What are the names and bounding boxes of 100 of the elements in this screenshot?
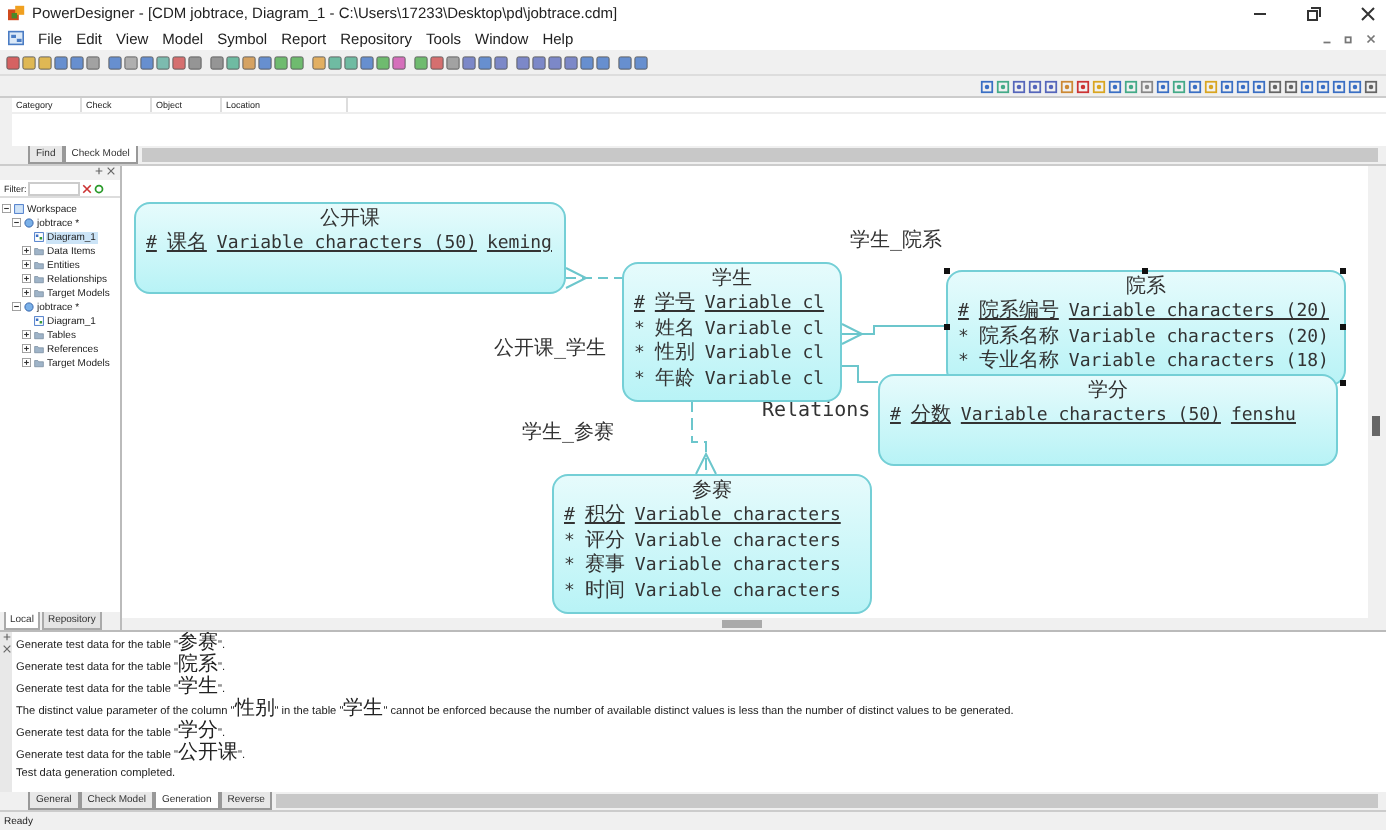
expand-toggle[interactable]	[22, 330, 31, 340]
attribute-marker: #	[146, 234, 157, 257]
document-icon	[8, 30, 24, 46]
palette-tool-icon[interactable]	[1348, 79, 1362, 93]
expand-toggle[interactable]	[22, 260, 31, 270]
attribute-type: Variable characters (20)	[1068, 302, 1329, 325]
attribute-marker: *	[958, 327, 969, 350]
attribute-marker: *	[634, 369, 645, 392]
refresh-icon[interactable]	[94, 183, 105, 193]
palette-tool-icon[interactable]	[1044, 79, 1058, 93]
palette-tool-icon[interactable]	[1012, 79, 1026, 93]
attribute-type: Variable characters	[634, 506, 841, 529]
attribute-name: 分数	[910, 404, 951, 427]
entity-name: 学生	[710, 268, 754, 292]
attribute-marker: #	[564, 506, 575, 529]
attribute-type: Variable characters (50)	[960, 406, 1221, 429]
close-button[interactable]	[1358, 3, 1378, 23]
resize-handle[interactable]	[1142, 268, 1148, 274]
palette-tool-icon[interactable]	[1124, 79, 1138, 93]
relationship-line	[841, 323, 947, 345]
expand-toggle[interactable]	[2, 204, 11, 214]
attribute-code: fenshu	[1230, 406, 1296, 429]
close-icon[interactable]	[1, 644, 11, 654]
attribute-type: Variable cl	[704, 344, 825, 367]
attribute-name: 课名	[166, 232, 207, 255]
child-close-button[interactable]	[1364, 31, 1378, 45]
palette-tool-icon[interactable]	[1284, 79, 1298, 93]
scroll-thumb[interactable]	[722, 620, 762, 628]
scroll-thumb[interactable]	[1372, 416, 1380, 436]
attribute-type: Variable cl	[704, 319, 825, 342]
palette-tool-icon[interactable]	[1364, 79, 1378, 93]
attribute-marker: *	[564, 556, 575, 579]
restore-button[interactable]	[1304, 3, 1324, 23]
horizontal-scrollbar[interactable]	[141, 148, 1378, 162]
expand-toggle[interactable]	[22, 288, 31, 298]
child-restore-button[interactable]	[1342, 31, 1356, 45]
palette-tool-icon[interactable]	[980, 79, 994, 93]
palette-tool-icon[interactable]	[1316, 79, 1330, 93]
palette-tool-icon[interactable]	[1236, 79, 1250, 93]
attribute-marker: #	[890, 406, 901, 429]
palette-tool-icon[interactable]	[1220, 79, 1234, 93]
relationship-label: 学生_参赛	[522, 422, 615, 446]
attribute-type: Variable characters (20)	[1068, 327, 1329, 350]
expand-toggle[interactable]	[22, 344, 31, 354]
expand-toggle[interactable]	[22, 274, 31, 284]
palette-tool-icon[interactable]	[1140, 79, 1154, 93]
palette-tool-icon[interactable]	[1028, 79, 1042, 93]
attribute-name: 积分	[584, 504, 625, 527]
attribute-name: 性别	[654, 342, 695, 365]
attribute-name: 评分	[584, 529, 625, 552]
palette-tool-icon[interactable]	[1060, 79, 1074, 93]
attribute-marker: *	[634, 344, 645, 367]
palette-tool-icon[interactable]	[1172, 79, 1186, 93]
model-icon	[23, 218, 33, 228]
resize-handle[interactable]	[944, 268, 950, 274]
palette-tool-icon[interactable]	[1076, 79, 1090, 93]
palette-tool-icon[interactable]	[996, 79, 1010, 93]
attribute-marker: *	[564, 581, 575, 604]
attribute-marker: *	[564, 531, 575, 554]
palette-tool-icon[interactable]	[1108, 79, 1122, 93]
entity-name: 参赛	[690, 480, 734, 504]
filter-field[interactable]	[28, 181, 81, 195]
palette-tool-icon[interactable]	[1252, 79, 1266, 93]
palette-tool-icon[interactable]	[1188, 79, 1202, 93]
attribute-type: Variable characters (18)	[1068, 352, 1329, 375]
entity-card[interactable]: 学分 # 分数 Variable characters (50) fenshu	[878, 374, 1338, 466]
palette-tool-icon[interactable]	[1332, 79, 1346, 93]
attribute-name: 专业名称	[978, 350, 1059, 373]
entity-card[interactable]: 参赛 # 积分 Variable characters * 评分 Variable characters * 赛事 Variable characters * 时间 Variable characters	[552, 474, 872, 614]
entity-name: 学分	[1086, 380, 1130, 404]
expand-toggle[interactable]	[12, 218, 21, 228]
entity-card[interactable]: 学生 # 学号 Variable cl * 姓名 Variable cl * 性别 Variable cl * 年龄 Variable cl	[622, 262, 842, 402]
attribute-type: Variable cl	[704, 294, 825, 317]
close-icon[interactable]	[106, 166, 116, 176]
relationship-label: 学生_院系	[850, 230, 943, 254]
resize-handle[interactable]	[1340, 268, 1346, 274]
relationship-line	[565, 267, 623, 289]
relationship-line	[841, 365, 879, 383]
attribute-code: keming	[486, 234, 552, 257]
relationship-label: 公开课_学生	[494, 338, 607, 362]
attribute-marker: #	[634, 294, 645, 317]
expand-toggle[interactable]	[22, 246, 31, 256]
entity-card[interactable]: 公开课 # 课名 Variable characters (50) keming	[134, 202, 566, 294]
palette-tool-icon[interactable]	[1156, 79, 1170, 93]
attribute-type: Variable characters	[634, 581, 841, 604]
expand-toggle[interactable]	[12, 302, 21, 312]
palette-tool-icon[interactable]	[1268, 79, 1282, 93]
expand-toggle[interactable]	[22, 358, 31, 368]
attribute-name: 年龄	[654, 367, 695, 390]
palette-tool-icon[interactable]	[1300, 79, 1314, 93]
resize-handle[interactable]	[1340, 379, 1346, 385]
attribute-name: 赛事	[584, 554, 625, 577]
resize-handle[interactable]	[944, 323, 950, 330]
attribute-name: 学号	[654, 292, 695, 315]
relationship-label: Relations	[762, 400, 871, 424]
attribute-marker: *	[634, 319, 645, 342]
horizontal-scrollbar[interactable]	[276, 794, 1378, 808]
model-icon	[23, 302, 33, 312]
resize-handle[interactable]	[1340, 323, 1346, 330]
diagram-icon	[33, 232, 43, 242]
